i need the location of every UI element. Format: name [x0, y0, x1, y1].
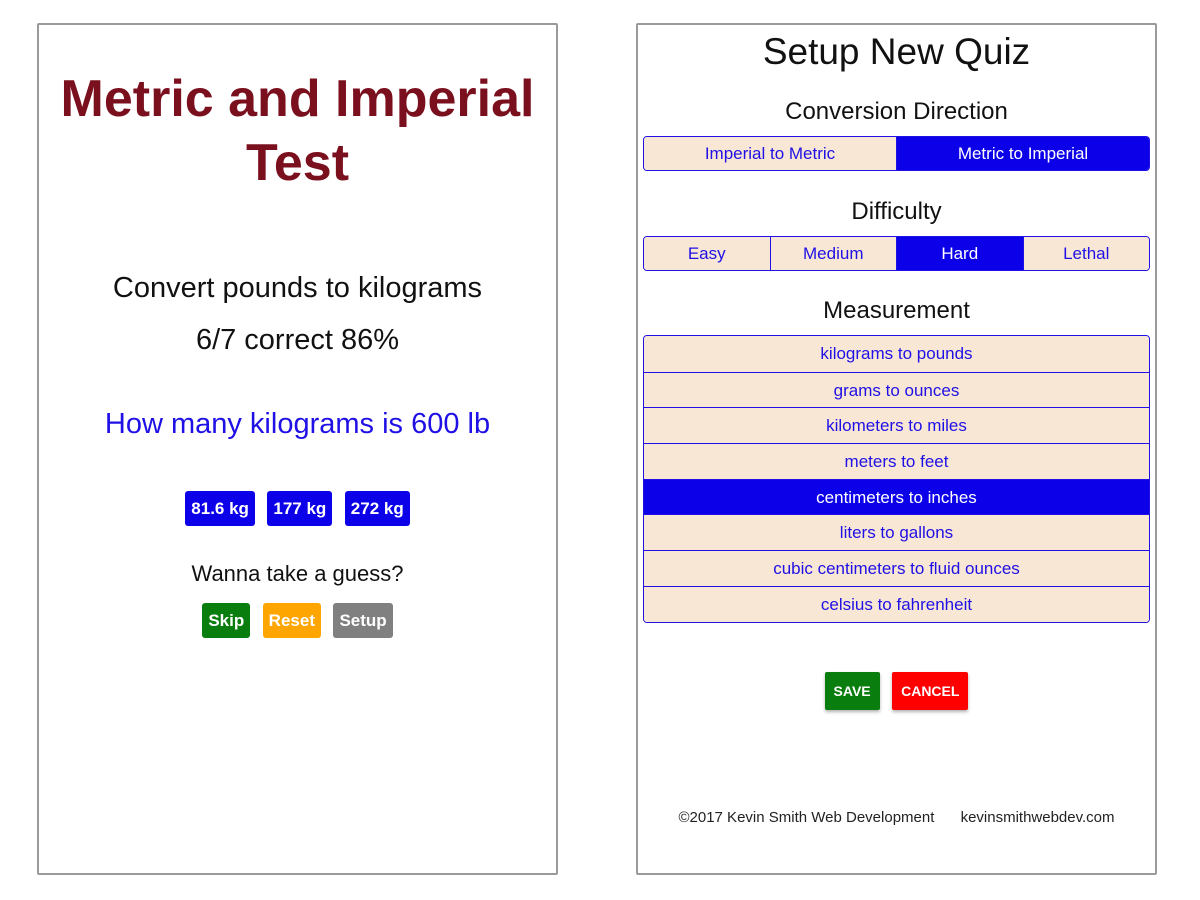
quiz-panel: Metric and Imperial Test Convert pounds …	[37, 23, 558, 875]
app-title: Metric and Imperial Test	[60, 70, 535, 192]
save-button[interactable]: SAVE	[824, 672, 880, 710]
measurement-option[interactable]: kilometers to miles	[644, 407, 1149, 444]
measurement-option-selected[interactable]: centimeters to inches	[644, 478, 1149, 515]
website-link[interactable]: kevinsmithwebdev.com	[961, 809, 1115, 826]
setup-panel: Setup New Quiz Conversion Direction Impe…	[636, 23, 1157, 875]
guess-prompt: Wanna take a guess?	[191, 561, 404, 586]
direction-heading: Conversion Direction	[785, 98, 1008, 125]
measurement-option[interactable]: meters to feet	[644, 443, 1149, 479]
measurement-option[interactable]: kilograms to pounds	[644, 336, 1149, 372]
measurement-option[interactable]: grams to ounces	[644, 371, 1149, 408]
direction-option-imperial-to-metric[interactable]: Imperial to Metric	[644, 137, 896, 170]
direction-option-metric-to-imperial[interactable]: Metric to Imperial	[896, 137, 1149, 170]
skip-button[interactable]: Skip	[202, 603, 251, 638]
measurement-option[interactable]: cubic centimeters to fluid ounces	[644, 550, 1149, 586]
answer-button[interactable]: 81.6 kg	[185, 491, 255, 526]
answer-button[interactable]: 177 kg	[267, 491, 333, 526]
difficulty-option-easy[interactable]: Easy	[644, 237, 770, 270]
setup-title: Setup New Quiz	[762, 31, 1031, 72]
difficulty-segment: Easy Medium Hard Lethal	[643, 236, 1150, 271]
measurement-option[interactable]: celsius to fahrenheit	[644, 585, 1149, 622]
difficulty-option-lethal[interactable]: Lethal	[1022, 237, 1149, 270]
direction-segment: Imperial to Metric Metric to Imperial	[643, 136, 1150, 171]
difficulty-option-hard[interactable]: Hard	[896, 237, 1023, 270]
setup-actions: SAVE CANCEL	[638, 672, 1155, 710]
question-text: How many kilograms is 600 lb	[104, 408, 491, 440]
measurement-option[interactable]: liters to gallons	[644, 514, 1149, 551]
quiz-controls: Skip Reset Setup	[39, 603, 556, 638]
measurement-heading: Measurement	[823, 297, 970, 324]
cancel-button[interactable]: CANCEL	[892, 672, 969, 710]
score-label: 6/7 correct 86%	[195, 324, 400, 356]
answer-button[interactable]: 272 kg	[344, 491, 410, 526]
answer-options: 81.6 kg 177 kg 272 kg	[39, 491, 556, 526]
conversion-label: Convert pounds to kilograms	[112, 272, 483, 304]
footer: ©2017 Kevin Smith Web Development kevins…	[638, 809, 1155, 826]
setup-button[interactable]: Setup	[333, 603, 393, 638]
copyright-text: ©2017 Kevin Smith Web Development	[678, 809, 935, 826]
measurement-list: kilograms to pounds grams to ounces kilo…	[643, 335, 1150, 623]
reset-button[interactable]: Reset	[262, 603, 321, 638]
difficulty-heading: Difficulty	[851, 198, 942, 225]
difficulty-option-medium[interactable]: Medium	[769, 237, 896, 270]
